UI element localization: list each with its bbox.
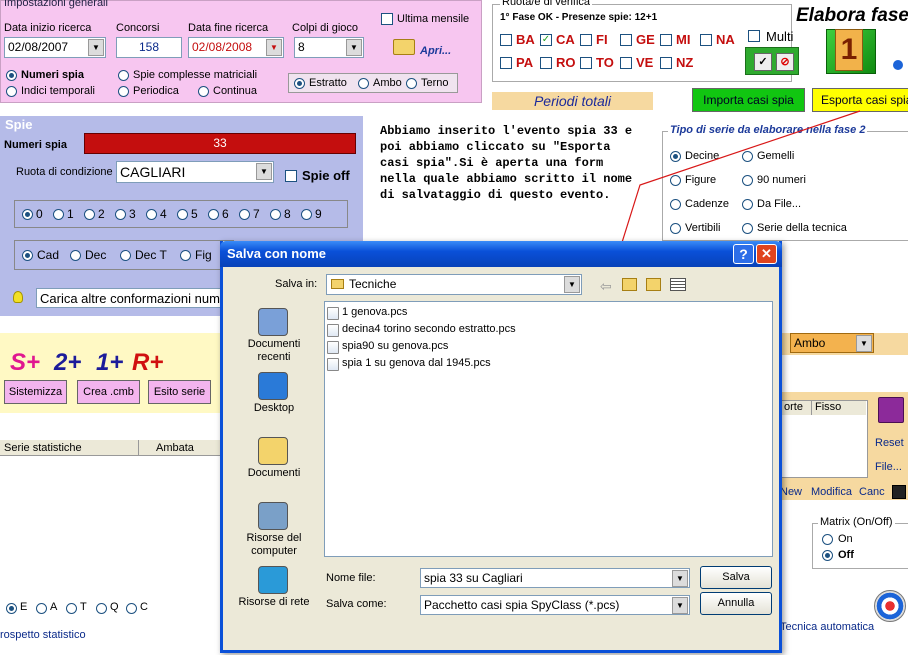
chevron-down-icon[interactable]: ▼ [564, 276, 580, 293]
folder-icon [331, 279, 344, 289]
place-icon-0[interactable] [258, 308, 288, 336]
close-button[interactable]: ✕ [756, 244, 777, 264]
new-folder-icon[interactable] [646, 278, 661, 291]
file-icon-0 [327, 307, 339, 320]
salva-in-select[interactable]: Tecniche ▼ [326, 274, 582, 295]
file-icon-3 [327, 358, 339, 371]
place-icon-3[interactable] [258, 502, 288, 530]
place-icon-1[interactable] [258, 372, 288, 400]
file-item-3[interactable]: spia 1 su genova dal 1945.pcs [342, 357, 491, 369]
nome-file-input[interactable]: spia 33 su Cagliari ▼ [420, 568, 690, 588]
chevron-down-icon[interactable]: ▼ [672, 570, 688, 587]
nome-file-label: Nome file: [326, 572, 376, 584]
salva-button[interactable]: Salva [700, 566, 772, 589]
back-icon[interactable]: ⇦ [600, 278, 612, 295]
place-icon-4[interactable] [258, 566, 288, 594]
up-folder-icon[interactable] [622, 278, 637, 291]
file-icon-2 [327, 341, 339, 354]
file-item-0[interactable]: 1 genova.pcs [342, 306, 407, 318]
place-icon-2[interactable] [258, 437, 288, 465]
file-item-2[interactable]: spia90 su genova.pcs [342, 340, 448, 352]
annulla-button[interactable]: Annulla [700, 592, 772, 615]
view-menu-icon[interactable] [670, 278, 686, 291]
place-label-3[interactable]: Risorse del computer [230, 532, 318, 558]
place-label-1[interactable]: Desktop [230, 402, 318, 415]
file-item-1[interactable]: decina4 torino secondo estratto.pcs [342, 323, 516, 335]
chevron-down-icon[interactable]: ▼ [672, 597, 688, 614]
help-button[interactable]: ? [733, 244, 754, 264]
place-label-4[interactable]: Risorse di rete [230, 596, 318, 609]
salva-come-select[interactable]: Pacchetto casi spia SpyClass (*.pcs) ▼ [420, 595, 690, 615]
dialog-title: Salva con nome [227, 246, 326, 261]
file-icon-1 [327, 324, 339, 337]
salva-in-label: Salva in: [275, 278, 318, 290]
place-label-2[interactable]: Documenti [230, 467, 318, 480]
salva-come-label: Salva come: [326, 598, 387, 610]
place-label-0[interactable]: Documenti recenti [230, 338, 318, 364]
